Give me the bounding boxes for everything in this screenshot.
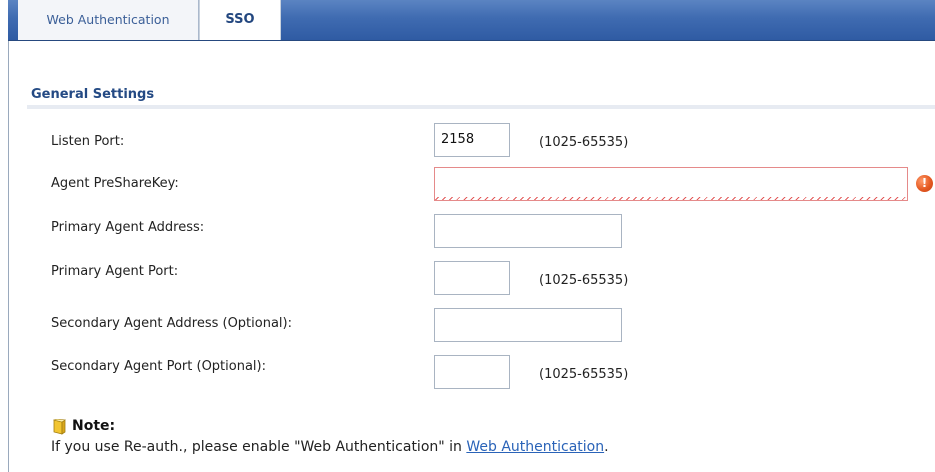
secondary-agent-port-label: Secondary Agent Port (Optional): [51,359,266,374]
primary-agent-port-input[interactable] [434,261,510,295]
secondary-agent-port-input[interactable] [434,355,510,389]
secondary-agent-address-label: Secondary Agent Address (Optional): [51,316,292,331]
listen-port-range: (1025-65535) [539,135,629,150]
note-title: Note: [72,418,116,434]
note-text-end: . [604,439,609,455]
agent-presharekey-label: Agent PreShareKey: [51,176,179,191]
error-icon: ! [916,175,933,192]
section-divider [27,105,935,109]
note-icon [52,419,66,435]
web-authentication-link[interactable]: Web Authentication [466,439,604,455]
tab-bar: Web Authentication SSO [8,0,935,41]
secondary-agent-address-input[interactable] [434,308,622,342]
primary-agent-address-input[interactable] [434,214,622,248]
tab-sso[interactable]: SSO [199,0,281,40]
agent-presharekey-input[interactable] [434,167,908,201]
section-title: General Settings [31,87,155,102]
listen-port-label: Listen Port: [51,134,125,149]
primary-agent-port-range: (1025-65535) [539,273,629,288]
listen-port-input[interactable]: 2158 [434,123,510,157]
note-text: If you use Re-auth., please enable "Web … [51,439,609,455]
note-text-body: If you use Re-auth., please enable "Web … [51,439,467,455]
primary-agent-address-label: Primary Agent Address: [51,220,205,235]
primary-agent-port-label: Primary Agent Port: [51,264,179,279]
secondary-agent-port-range: (1025-65535) [539,367,629,382]
tab-web-authentication[interactable]: Web Authentication [18,0,199,40]
